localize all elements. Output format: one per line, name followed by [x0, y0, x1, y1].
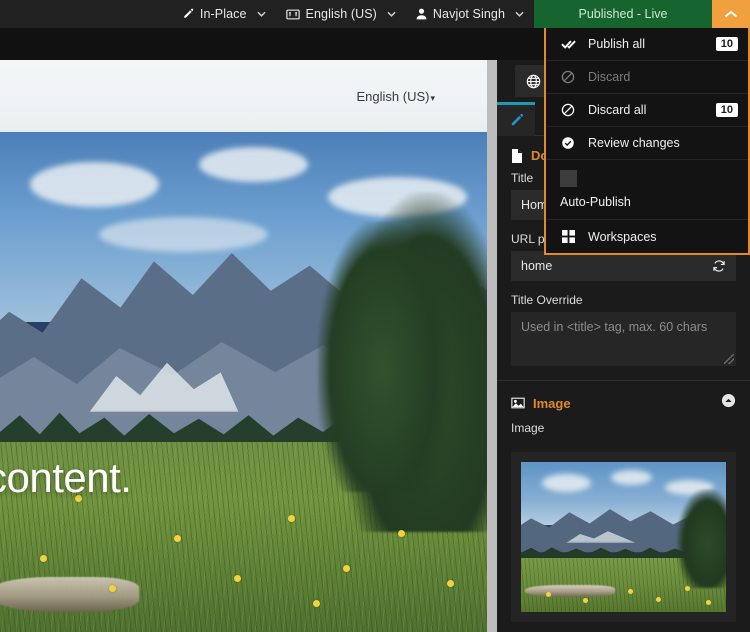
publish-menu-toggle[interactable]: [712, 0, 750, 28]
cloud: [30, 162, 159, 207]
menu-item-discard[interactable]: Discard: [546, 61, 748, 94]
title-override-textarea[interactable]: Used in <title> tag, max. 60 chars: [511, 312, 736, 366]
chevron-up-circle-icon[interactable]: [721, 393, 736, 413]
flower: [546, 592, 551, 597]
field-image: Image: [497, 421, 750, 452]
menu-item-review-changes[interactable]: Review changes: [546, 127, 748, 160]
menu-item-discard-all[interactable]: Discard all 10: [546, 94, 748, 127]
cloud: [99, 217, 268, 252]
menu-label-publish-all: Publish all: [588, 37, 704, 51]
url-path-segment-input[interactable]: home: [511, 251, 736, 281]
cloud: [542, 474, 591, 492]
cloud: [199, 147, 308, 182]
user-icon: [416, 8, 427, 20]
flower: [583, 598, 588, 603]
top-bar-spacer: [0, 0, 172, 28]
circle-slash-icon: [560, 103, 576, 117]
hero-title: content.: [0, 454, 131, 502]
preview-language-label: English (US): [357, 89, 430, 104]
flower: [40, 555, 47, 562]
image-icon: [511, 397, 525, 409]
label-title-override: Title Override: [511, 293, 736, 307]
badge-discard-all: 10: [716, 103, 738, 117]
flower: [398, 530, 405, 537]
menu-item-publish-all[interactable]: Publish all 10: [546, 28, 748, 61]
menu-label-discard-all: Discard all: [588, 103, 704, 117]
double-check-icon: [560, 38, 576, 50]
flower: [656, 597, 661, 602]
image-thumbnail-box[interactable]: [511, 452, 736, 622]
section-header-image[interactable]: Image: [497, 381, 750, 421]
chevron-down-icon: ▾: [430, 93, 435, 103]
user-name-label: Navjot Singh: [433, 7, 505, 21]
translate-icon: [286, 9, 300, 20]
fallen-log: [0, 577, 139, 612]
field-title-override: Title Override Used in <title> tag, max.…: [497, 293, 750, 378]
flower: [706, 600, 711, 605]
app-root: In-Place English (US) Navjot Singh: [0, 0, 750, 632]
image-thumbnail[interactable]: [521, 462, 726, 612]
tab-edit[interactable]: [497, 102, 535, 136]
chevron-down-icon[interactable]: [387, 9, 396, 19]
page-preview: English (US)▾ c: [0, 60, 497, 632]
section-title-image: Image: [533, 396, 571, 411]
url-path-segment-value: home: [521, 259, 712, 273]
flower: [234, 575, 241, 582]
publish-status-label: Published - Live: [579, 7, 668, 21]
menu-label-discard: Discard: [588, 70, 738, 84]
menu-item-auto-publish[interactable]: Auto-Publish: [546, 160, 748, 220]
title-override-placeholder: Used in <title> tag, max. 60 chars: [521, 320, 707, 334]
circle-slash-icon: [560, 70, 576, 84]
auto-publish-checkbox[interactable]: [560, 170, 577, 187]
mode-selector[interactable]: In-Place: [172, 0, 276, 28]
document-icon: [511, 149, 523, 163]
menu-item-workspaces[interactable]: Workspaces: [546, 220, 748, 253]
foreground-tree: [318, 222, 447, 492]
preview-language-switcher[interactable]: English (US)▾: [357, 89, 436, 104]
language-selector[interactable]: English (US): [276, 0, 406, 28]
label-image: Image: [511, 421, 736, 435]
check-circle-icon: [560, 136, 576, 150]
flower: [343, 565, 350, 572]
auto-publish-label: Auto-Publish: [560, 195, 631, 209]
preview-site-header: English (US)▾: [0, 60, 497, 132]
refresh-icon[interactable]: [712, 259, 726, 273]
thumb-log: [525, 585, 615, 597]
publish-dropdown-menu: Publish all 10 Discard Discard all 10 Re…: [544, 28, 750, 255]
flower: [174, 535, 181, 542]
publish-status-button[interactable]: Published - Live: [534, 0, 712, 28]
resize-grip-icon[interactable]: [724, 354, 734, 364]
pencil-icon: [182, 8, 194, 20]
user-menu[interactable]: Navjot Singh: [406, 0, 534, 28]
chevron-up-icon: [724, 10, 738, 19]
preview-scrollbar[interactable]: [487, 60, 497, 632]
top-bar: In-Place English (US) Navjot Singh: [0, 0, 750, 28]
chevron-down-icon[interactable]: [515, 9, 524, 19]
badge-publish-all: 10: [716, 37, 738, 51]
mode-label: In-Place: [200, 7, 247, 21]
flower: [628, 589, 633, 594]
image-thumbnail-wrap: [497, 452, 750, 622]
cloud: [611, 470, 652, 485]
thumb-foreground-tree: [677, 489, 726, 588]
menu-label-workspaces: Workspaces: [588, 230, 738, 244]
pencil-icon: [509, 113, 524, 128]
menu-label-review-changes: Review changes: [588, 136, 738, 150]
hero-banner: content.: [0, 132, 497, 632]
grid-icon: [560, 230, 576, 243]
chevron-down-icon[interactable]: [257, 9, 266, 19]
language-label: English (US): [306, 7, 377, 21]
flower: [685, 586, 690, 591]
